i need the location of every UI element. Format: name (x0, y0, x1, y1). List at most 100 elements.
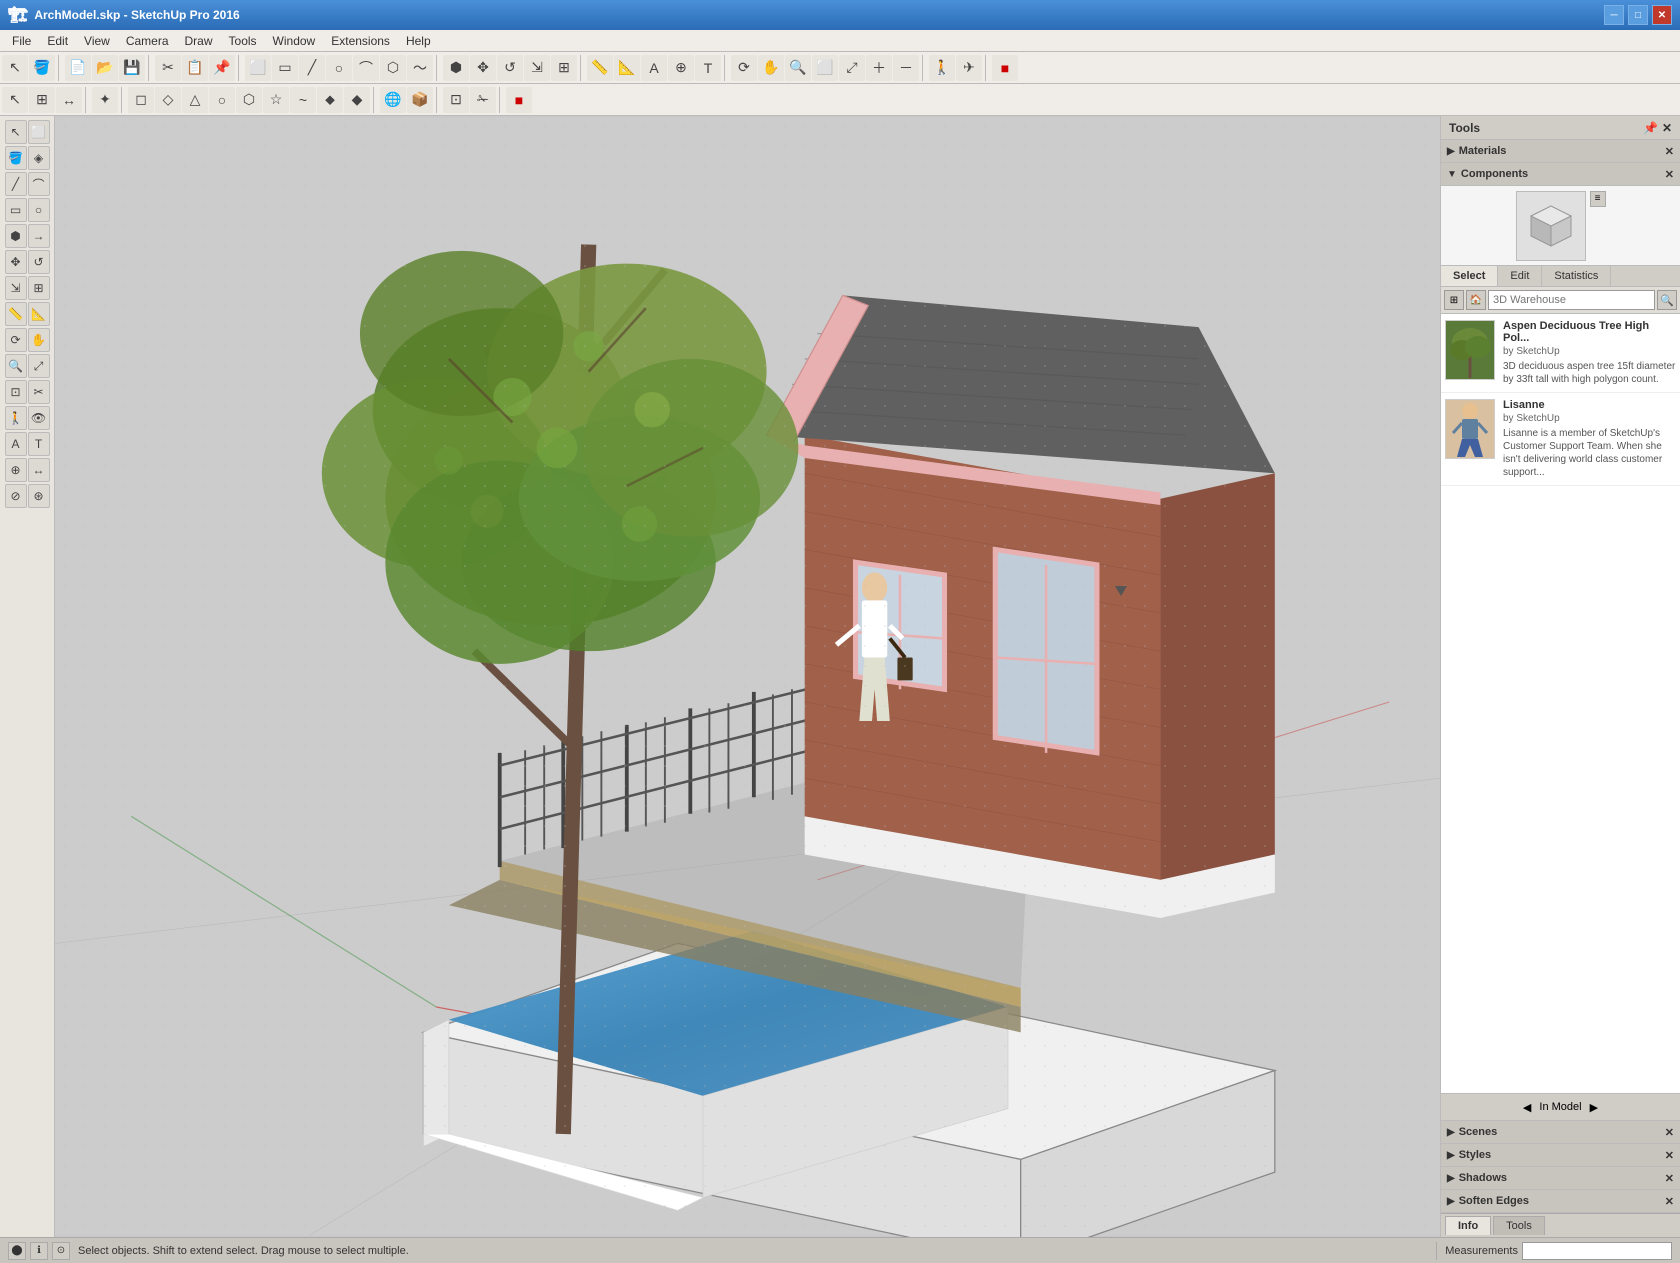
tool-erase[interactable]: ⬜ (245, 55, 271, 81)
left-tool-erase[interactable]: ⬜ (28, 120, 50, 144)
soften-close[interactable]: ✕ (1665, 1195, 1674, 1208)
tool-cut[interactable]: ✂ (155, 55, 181, 81)
left-tool-axes[interactable]: ⊕ (5, 458, 27, 482)
menu-camera[interactable]: Camera (118, 32, 177, 50)
tool-zoomin[interactable]: ＋ (866, 55, 892, 81)
left-tool-arc[interactable]: ⌒ (28, 172, 50, 196)
shadows-header[interactable]: ▶ Shadows ✕ (1441, 1167, 1680, 1189)
shadows-close[interactable]: ✕ (1665, 1172, 1674, 1185)
home-btn[interactable]: 🏠 (1466, 290, 1486, 310)
left-tool-scale[interactable]: ⇲ (5, 276, 27, 300)
status-icon-3[interactable]: ⊙ (52, 1242, 70, 1260)
tool-polygon[interactable]: ⬡ (380, 55, 406, 81)
tool-freehand[interactable]: 〜 (407, 55, 433, 81)
left-tool-protractor[interactable]: 📐 (28, 302, 50, 326)
tool-3dtext[interactable]: T (695, 55, 721, 81)
tools-pin-icon[interactable]: 📌 (1643, 121, 1658, 135)
tool-warehouse[interactable]: 📦 (407, 87, 433, 113)
menu-draw[interactable]: Draw (177, 32, 221, 50)
tool-save[interactable]: 💾 (119, 55, 145, 81)
in-model-right-arrow[interactable]: ▶ (1590, 1101, 1598, 1114)
tool-paste[interactable]: 📌 (209, 55, 235, 81)
tool-arc[interactable]: ⌒ (353, 55, 379, 81)
search-button[interactable]: 🔍 (1657, 290, 1677, 310)
tool-shape7[interactable]: ~ (290, 87, 316, 113)
left-tool-circle[interactable]: ○ (28, 198, 50, 222)
tool-line[interactable]: ╱ (299, 55, 325, 81)
left-tool-pushpull[interactable]: ⬢ (5, 224, 27, 248)
canvas-area[interactable] (55, 116, 1440, 1237)
components-header[interactable]: ▼ Components ✕ (1441, 163, 1680, 185)
left-tool-orbit[interactable]: ⟳ (5, 328, 27, 352)
tool-shape8[interactable]: ⬥ (317, 87, 343, 113)
tab-tools[interactable]: Tools (1493, 1216, 1545, 1235)
left-tool-paint[interactable]: 🪣 (5, 146, 27, 170)
tool-shape5[interactable]: ⬡ (236, 87, 262, 113)
tool-trim[interactable]: ✁ (470, 87, 496, 113)
menu-view[interactable]: View (76, 32, 118, 50)
tool-solid[interactable]: ⊡ (443, 87, 469, 113)
components-close[interactable]: ✕ (1665, 168, 1674, 181)
tool-sketchup-online[interactable]: 🌐 (380, 87, 406, 113)
tool-tape[interactable]: 📏 (587, 55, 613, 81)
tool-select[interactable]: ↖ (2, 55, 28, 81)
tool-zoomwindow[interactable]: ⬜ (812, 55, 838, 81)
soften-header[interactable]: ▶ Soften Edges ✕ (1441, 1190, 1680, 1212)
tool-text[interactable]: A (641, 55, 667, 81)
left-tool-look[interactable]: 👁 (28, 406, 50, 430)
tool-color[interactable]: ■ (992, 55, 1018, 81)
menu-edit[interactable]: Edit (39, 32, 76, 50)
tool-shape4[interactable]: ○ (209, 87, 235, 113)
tool-rotate[interactable]: ↺ (497, 55, 523, 81)
left-tool-offset[interactable]: ⊞ (28, 276, 50, 300)
styles-close[interactable]: ✕ (1665, 1149, 1674, 1162)
in-model-left-arrow[interactable]: ◀ (1523, 1101, 1531, 1114)
tool-zoomextent[interactable]: ⤢ (839, 55, 865, 81)
materials-close[interactable]: ✕ (1665, 145, 1674, 158)
status-icon-1[interactable]: ⬤ (8, 1242, 26, 1260)
close-button[interactable]: ✕ (1652, 5, 1672, 25)
left-tool-line[interactable]: ╱ (5, 172, 27, 196)
tool-origin[interactable]: ✦ (92, 87, 118, 113)
tool-new[interactable]: 📄 (65, 55, 91, 81)
maximize-button[interactable]: □ (1628, 5, 1648, 25)
tool-zoomout[interactable]: － (893, 55, 919, 81)
tool-circle[interactable]: ○ (326, 55, 352, 81)
menu-file[interactable]: File (4, 32, 39, 50)
scenes-close[interactable]: ✕ (1665, 1126, 1674, 1139)
left-tool-move[interactable]: ✥ (5, 250, 27, 274)
scenes-header[interactable]: ▶ Scenes ✕ (1441, 1121, 1680, 1143)
left-tool-pan[interactable]: ✋ (28, 328, 50, 352)
tool-rotate2[interactable]: ↔ (56, 87, 82, 113)
minimize-button[interactable]: ─ (1604, 5, 1624, 25)
preview-control-btn[interactable]: ≡ (1590, 191, 1606, 207)
tool-move[interactable]: ✥ (470, 55, 496, 81)
left-tool-followme[interactable]: → (28, 224, 50, 248)
status-icon-2[interactable]: ℹ (30, 1242, 48, 1260)
menu-extensions[interactable]: Extensions (323, 32, 398, 50)
tool-copy[interactable]: 📋 (182, 55, 208, 81)
tool-sandbox[interactable]: ■ (506, 87, 532, 113)
tool-component-axes[interactable]: ⊞ (29, 87, 55, 113)
tool-shape6[interactable]: ☆ (263, 87, 289, 113)
left-tool-extra2[interactable]: ⊛ (28, 484, 50, 508)
tool-shape1[interactable]: ◻ (128, 87, 154, 113)
left-tool-zoomext[interactable]: ⤢ (28, 354, 50, 378)
tool-offset[interactable]: ⊞ (551, 55, 577, 81)
left-tool-dim[interactable]: ↔ (28, 458, 50, 482)
tool-orbit[interactable]: ⟳ (731, 55, 757, 81)
tool-shape9[interactable]: ◆ (344, 87, 370, 113)
tool-open[interactable]: 📂 (92, 55, 118, 81)
tool-rectangle[interactable]: ▭ (272, 55, 298, 81)
tool-fly[interactable]: ✈ (956, 55, 982, 81)
list-item[interactable]: Aspen Deciduous Tree High Pol... by Sket… (1441, 314, 1680, 393)
left-tool-extra1[interactable]: ⊘ (5, 484, 27, 508)
left-tool-3dtext[interactable]: T (28, 432, 50, 456)
menu-window[interactable]: Window (265, 32, 324, 50)
left-tool-sectioncut[interactable]: ✂ (28, 380, 50, 404)
tool-walkthrough[interactable]: 🚶 (929, 55, 955, 81)
menu-tools[interactable]: Tools (221, 32, 265, 50)
left-tool-rotate[interactable]: ↺ (28, 250, 50, 274)
view-options-btn[interactable]: ⊞ (1444, 290, 1464, 310)
tool-push-pull[interactable]: ⬢ (443, 55, 469, 81)
